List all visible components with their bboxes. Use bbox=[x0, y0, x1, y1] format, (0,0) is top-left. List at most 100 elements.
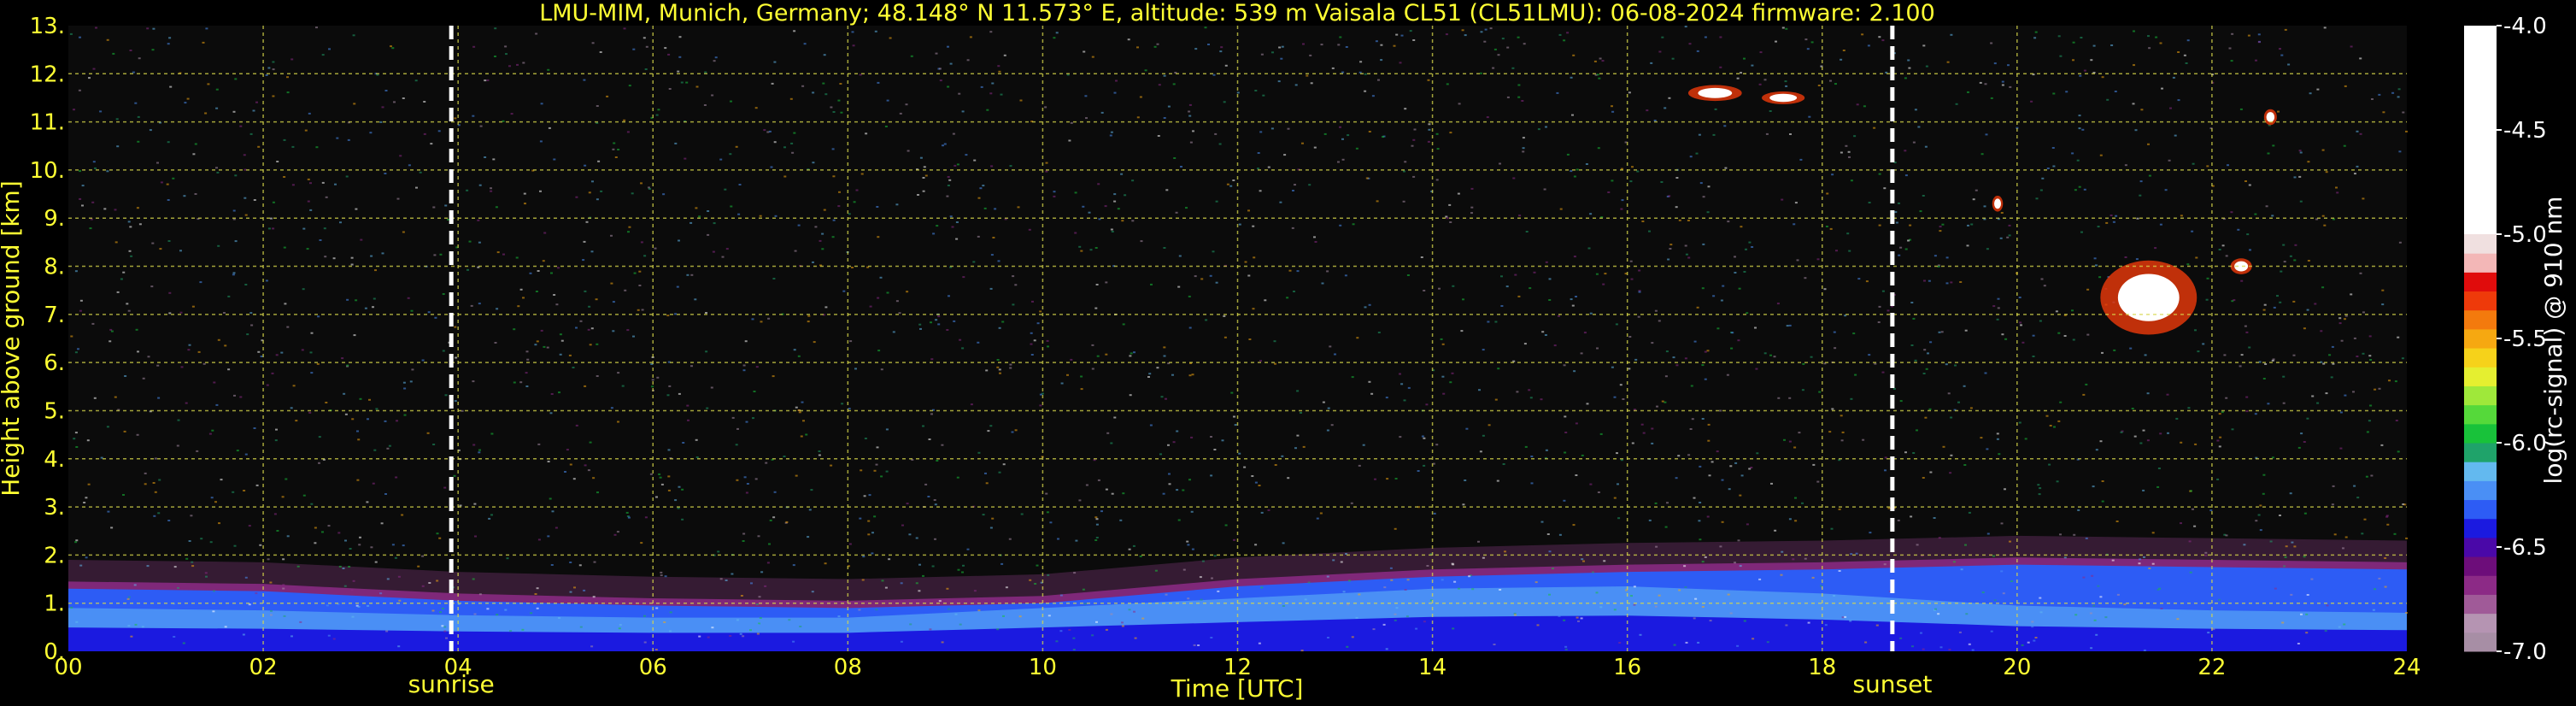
noise-dot bbox=[1046, 511, 1049, 514]
noise-dot bbox=[1691, 418, 1694, 421]
noise-dot bbox=[1192, 130, 1194, 132]
y-tick-label: 4. bbox=[44, 447, 65, 473]
noise-dot bbox=[686, 404, 689, 407]
colorbar-tick-label: -7.0 bbox=[2503, 639, 2547, 665]
noise-dot bbox=[1867, 44, 1870, 47]
noise-dot bbox=[587, 469, 590, 472]
noise-dot bbox=[1950, 33, 1953, 36]
noise-dot bbox=[1938, 331, 1941, 333]
noise-dot bbox=[2142, 429, 2145, 432]
noise-dot bbox=[283, 176, 286, 178]
noise-dot bbox=[1611, 105, 1613, 108]
noise-dot bbox=[153, 515, 156, 517]
noise-dot bbox=[955, 238, 959, 240]
noise-dot bbox=[359, 536, 361, 538]
noise-dot bbox=[1499, 162, 1501, 165]
noise-dot bbox=[550, 564, 554, 566]
noise-dot bbox=[1697, 641, 1700, 644]
noise-dot bbox=[428, 582, 431, 584]
noise-dot bbox=[579, 320, 583, 322]
noise-dot bbox=[1829, 79, 1832, 82]
noise-dot bbox=[197, 350, 201, 353]
noise-dot bbox=[342, 568, 345, 569]
noise-dot bbox=[849, 340, 853, 343]
noise-dot bbox=[1965, 613, 1969, 615]
noise-dot bbox=[1752, 638, 1755, 640]
noise-dot bbox=[742, 635, 745, 638]
noise-dot bbox=[1059, 630, 1063, 632]
noise-dot bbox=[1189, 141, 1193, 144]
noise-dot bbox=[272, 61, 275, 63]
noise-dot bbox=[2059, 55, 2063, 57]
noise-dot bbox=[623, 119, 626, 121]
noise-dot bbox=[1835, 250, 1838, 252]
noise-dot bbox=[759, 617, 762, 619]
noise-dot bbox=[980, 85, 983, 88]
noise-dot bbox=[2147, 35, 2150, 38]
noise-dot bbox=[1968, 511, 1971, 514]
noise-dot bbox=[1746, 523, 1749, 526]
noise-dot bbox=[321, 54, 325, 56]
noise-dot bbox=[2321, 149, 2325, 151]
noise-dot bbox=[919, 327, 922, 330]
noise-dot bbox=[1167, 105, 1171, 108]
noise-dot bbox=[824, 93, 828, 96]
noise-dot bbox=[1019, 99, 1023, 102]
noise-dot bbox=[626, 329, 630, 332]
noise-dot bbox=[2306, 309, 2309, 311]
noise-dot bbox=[821, 232, 824, 235]
noise-dot bbox=[1694, 597, 1698, 600]
noise-dot bbox=[643, 615, 646, 617]
noise-dot bbox=[1958, 631, 1962, 633]
noise-dot bbox=[644, 68, 648, 70]
noise-dot bbox=[756, 632, 760, 635]
noise-dot bbox=[2001, 84, 2004, 86]
noise-dot bbox=[114, 396, 117, 398]
noise-dot bbox=[1689, 156, 1693, 158]
noise-dot bbox=[384, 173, 387, 174]
noise-dot bbox=[1710, 461, 1714, 463]
noise-dot bbox=[269, 614, 273, 616]
noise-dot bbox=[1967, 91, 1969, 93]
noise-dot bbox=[253, 199, 256, 201]
noise-dot bbox=[1572, 524, 1576, 527]
noise-dot bbox=[2227, 164, 2229, 167]
noise-dot bbox=[1948, 649, 1951, 650]
noise-dot bbox=[1543, 188, 1546, 191]
noise-dot bbox=[324, 256, 327, 258]
colorbar-segment bbox=[2464, 462, 2497, 481]
noise-dot bbox=[1089, 249, 1093, 251]
noise-dot bbox=[1423, 464, 1426, 467]
noise-dot bbox=[1651, 442, 1654, 444]
noise-dot bbox=[2298, 150, 2302, 152]
noise-dot bbox=[2132, 103, 2135, 105]
noise-dot bbox=[248, 603, 251, 606]
noise-dot bbox=[1132, 544, 1135, 547]
noise-dot bbox=[1389, 567, 1393, 569]
noise-dot bbox=[2356, 165, 2359, 168]
noise-dot bbox=[2257, 41, 2261, 44]
noise-dot bbox=[1952, 561, 1956, 563]
noise-dot bbox=[955, 221, 959, 223]
noise-dot bbox=[600, 190, 603, 192]
noise-dot bbox=[2192, 508, 2194, 510]
y-tick-label: 1. bbox=[44, 591, 65, 617]
noise-dot bbox=[1380, 44, 1383, 46]
noise-dot bbox=[1072, 649, 1076, 650]
noise-dot bbox=[1197, 644, 1200, 646]
noise-dot bbox=[135, 328, 138, 331]
noise-dot bbox=[86, 439, 90, 442]
noise-dot bbox=[1260, 586, 1264, 589]
noise-dot bbox=[2398, 150, 2402, 153]
noise-dot bbox=[1908, 67, 1911, 69]
noise-dot bbox=[269, 581, 273, 584]
noise-dot bbox=[160, 181, 163, 184]
noise-dot bbox=[321, 181, 325, 184]
noise-dot bbox=[838, 191, 841, 193]
noise-dot bbox=[348, 566, 351, 568]
noise-dot bbox=[2316, 88, 2320, 91]
y-axis-label: Height above ground [km] bbox=[0, 180, 25, 497]
noise-dot bbox=[1544, 334, 1547, 336]
noise-dot bbox=[751, 318, 754, 321]
noise-dot bbox=[1337, 44, 1341, 46]
